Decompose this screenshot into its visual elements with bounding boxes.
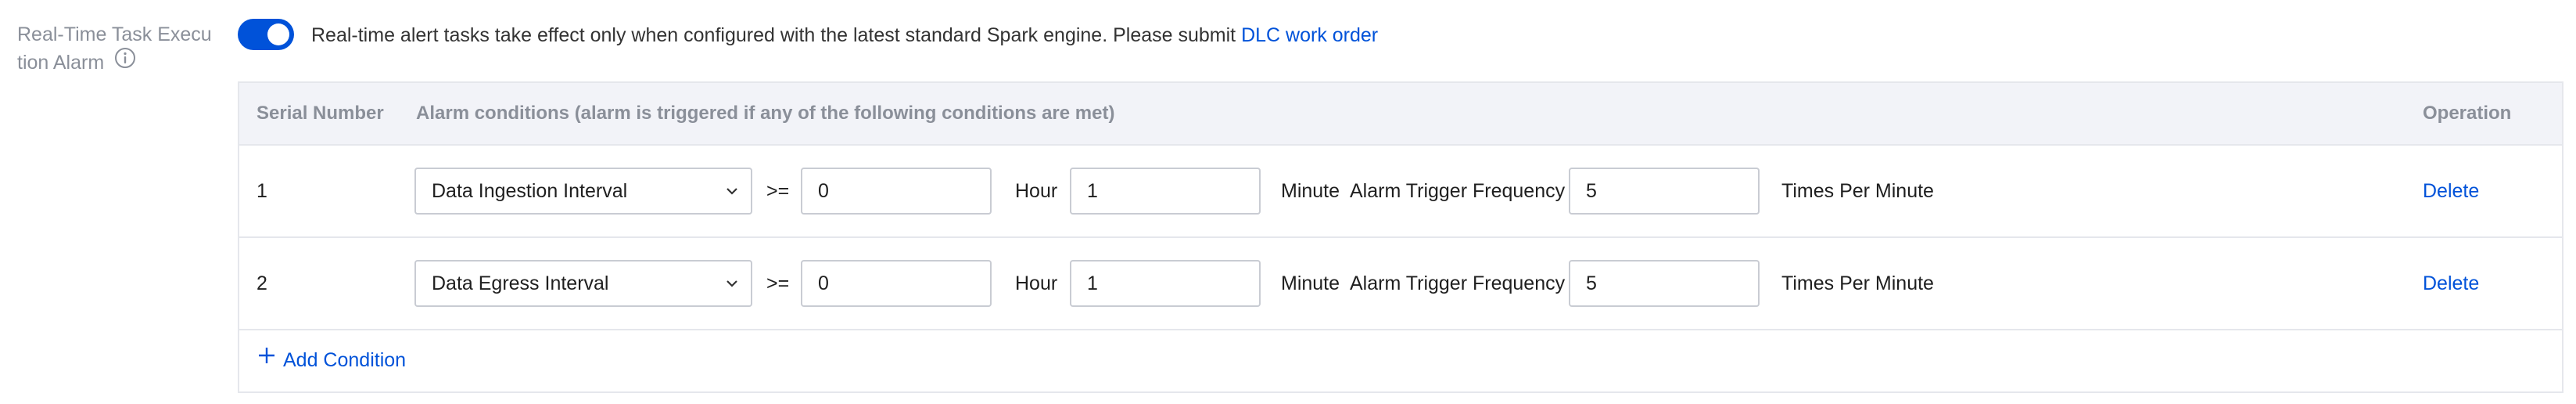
frequency-input[interactable]: 5	[1569, 260, 1760, 307]
add-condition-button[interactable]: Add Condition	[257, 330, 406, 390]
hour-unit-label: Hour	[1015, 272, 1058, 294]
header-serial-number: Serial Number	[257, 103, 384, 124]
alarm-field-label: Real-Time Task Execu tion Alarm	[17, 20, 213, 77]
info-circle-icon[interactable]	[114, 47, 136, 77]
minutes-input[interactable]: 1	[1070, 168, 1261, 215]
frequency-unit-label: Times Per Minute	[1781, 180, 1934, 202]
minute-unit-label: Minute	[1281, 272, 1340, 294]
alarm-conditions-table: Serial Number Alarm conditions (alarm is…	[238, 81, 2563, 393]
header-alarm-conditions: Alarm conditions (alarm is triggered if …	[416, 103, 1115, 124]
chevron-down-icon	[724, 276, 740, 295]
table-row: 1 Data Ingestion Interval >= 0 Hour 1 Mi…	[239, 146, 2562, 238]
metric-select-value: Data Egress Interval	[432, 272, 609, 294]
plus-icon	[257, 330, 277, 389]
toggle-knob	[267, 23, 289, 45]
add-condition-label: Add Condition	[283, 349, 407, 371]
chevron-down-icon	[724, 183, 740, 203]
alarm-toggle-switch[interactable]	[238, 19, 294, 50]
table-row: 2 Data Egress Interval >= 0 Hour 1 Minut…	[239, 238, 2562, 330]
delete-button[interactable]: Delete	[2423, 238, 2479, 329]
minutes-input[interactable]: 1	[1070, 260, 1261, 307]
frequency-label: Alarm Trigger Frequency	[1350, 180, 1566, 202]
frequency-label: Alarm Trigger Frequency	[1350, 272, 1566, 294]
hour-unit-label: Hour	[1015, 180, 1058, 202]
hours-input[interactable]: 0	[801, 260, 992, 307]
metric-select[interactable]: Data Ingestion Interval	[414, 168, 752, 215]
dlc-work-order-link[interactable]: DLC work order	[1241, 24, 1378, 46]
operator-label: >=	[766, 272, 790, 294]
notice-text: Real-time alert tasks take effect only w…	[311, 24, 1236, 46]
metric-select[interactable]: Data Egress Interval	[414, 260, 752, 307]
row-serial: 1	[257, 180, 267, 202]
metric-select-value: Data Ingestion Interval	[432, 180, 628, 202]
operator-label: >=	[766, 180, 790, 202]
minute-unit-label: Minute	[1281, 180, 1340, 202]
add-condition-row: Add Condition	[239, 330, 2562, 390]
spark-engine-notice: Real-time alert tasks take effect only w…	[311, 22, 1378, 49]
hours-input[interactable]: 0	[801, 168, 992, 215]
row-serial: 2	[257, 272, 267, 294]
frequency-unit-label: Times Per Minute	[1781, 272, 1934, 294]
delete-button[interactable]: Delete	[2423, 146, 2479, 236]
table-header: Serial Number Alarm conditions (alarm is…	[239, 83, 2562, 146]
header-operation: Operation	[2423, 103, 2512, 124]
frequency-input[interactable]: 5	[1569, 168, 1760, 215]
